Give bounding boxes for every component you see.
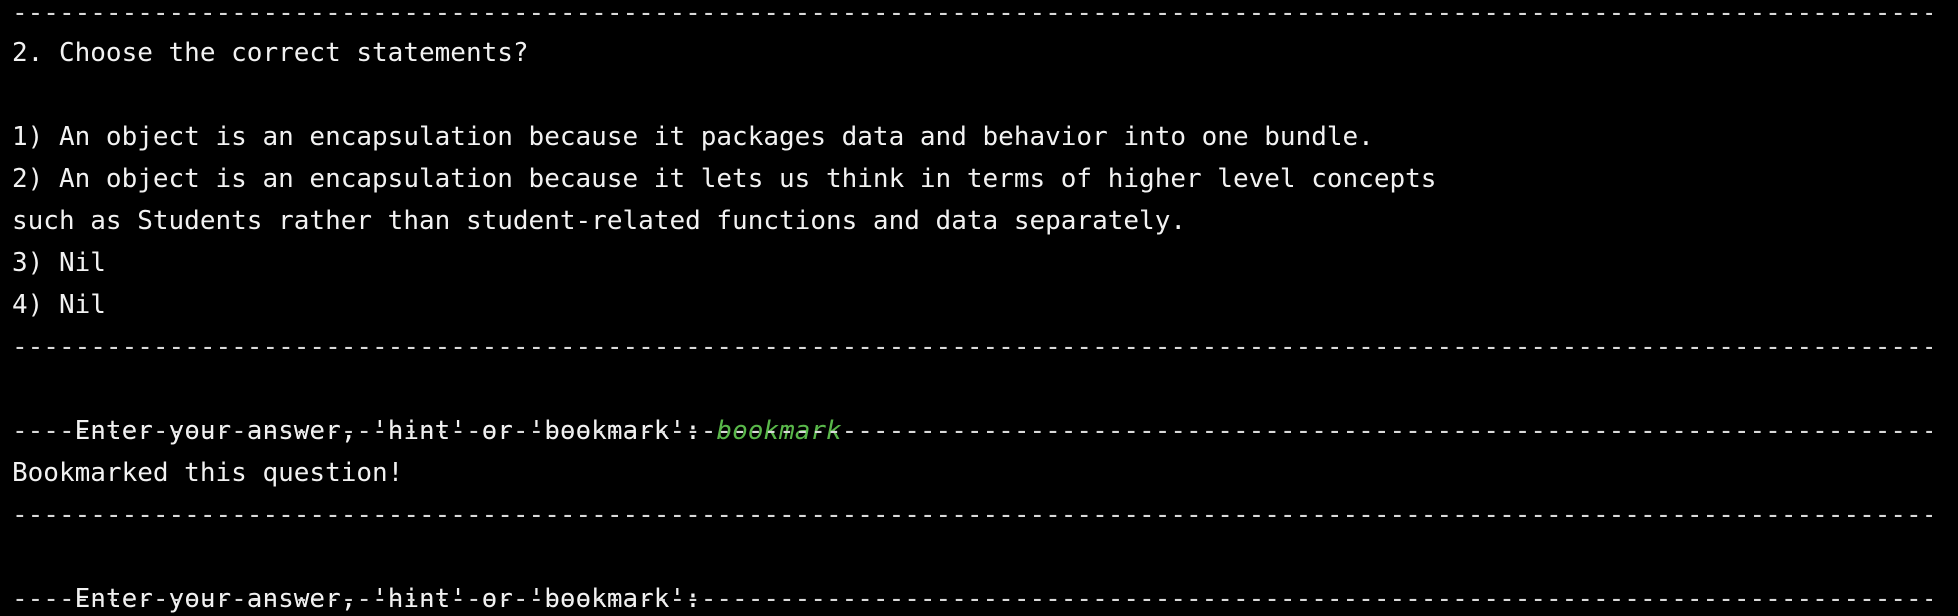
question-title: 2. Choose the correct statements? bbox=[12, 38, 529, 68]
option-line: 4) Nil bbox=[12, 290, 106, 320]
option-line: 1) An object is an encapsulation because… bbox=[12, 122, 1374, 152]
separator-line: ----------------------------------------… bbox=[12, 416, 1932, 446]
separator-line: ----------------------------------------… bbox=[12, 500, 1932, 530]
response-message: Bookmarked this question! bbox=[12, 458, 404, 488]
separator-line: ----------------------------------------… bbox=[12, 0, 1932, 28]
option-line: such as Students rather than student-rel… bbox=[12, 206, 1186, 236]
separator-line: ----------------------------------------… bbox=[12, 584, 1932, 614]
option-line: 2) An object is an encapsulation because… bbox=[12, 164, 1437, 194]
separator-line: ----------------------------------------… bbox=[12, 332, 1932, 362]
option-line: 3) Nil bbox=[12, 248, 106, 278]
answer-prompt: Enter your answer, 'hint' or 'bookmark':… bbox=[12, 368, 842, 446]
terminal-output[interactable]: ----------------------------------------… bbox=[12, 0, 1952, 616]
answer-prompt-active[interactable]: Enter your answer, 'hint' or 'bookmark': bbox=[12, 536, 701, 614]
